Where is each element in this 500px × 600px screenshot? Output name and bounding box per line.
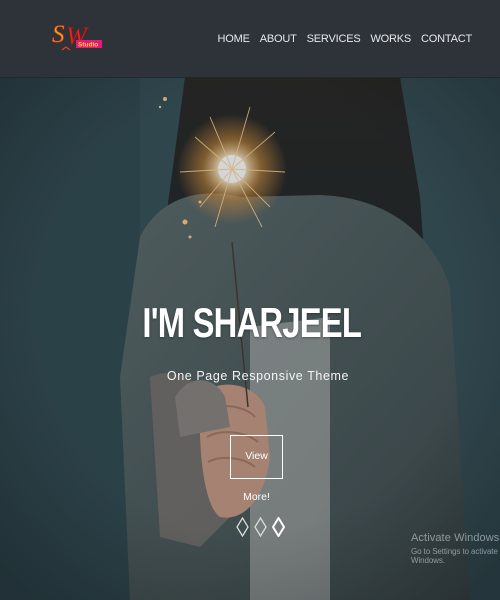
site-logo[interactable]: S W Studio bbox=[50, 14, 104, 58]
nav-home[interactable]: HOME bbox=[218, 33, 250, 45]
nav-about[interactable]: ABOUT bbox=[260, 33, 297, 45]
watermark-title: Activate Windows bbox=[411, 532, 500, 544]
main-nav: HOME ABOUT SERVICES WORKS CONTACT bbox=[218, 33, 473, 45]
watermark-subtitle: Go to Settings to activate Windows. bbox=[411, 547, 498, 565]
hero-section: I'M SHARJEEL One Page Responsive Theme V… bbox=[0, 77, 500, 600]
slide-indicator-3-active[interactable] bbox=[272, 517, 285, 537]
nav-contact[interactable]: CONTACT bbox=[421, 33, 472, 45]
hero-title: I'M SHARJEEL bbox=[142, 299, 362, 346]
slide-indicator-2[interactable] bbox=[254, 517, 267, 537]
slider-indicators bbox=[236, 517, 285, 537]
hero-subtitle: One Page Responsive Theme bbox=[166, 369, 350, 383]
top-navbar: S W Studio HOME ABOUT SERVICES WORKS CON… bbox=[0, 0, 500, 78]
activate-windows-watermark: Activate Windows Go to Settings to activ… bbox=[411, 532, 500, 565]
nav-services[interactable]: SERVICES bbox=[307, 33, 361, 45]
svg-text:Studio: Studio bbox=[78, 42, 98, 49]
view-more-button[interactable]: View More! bbox=[230, 435, 283, 503]
svg-text:S: S bbox=[52, 21, 65, 48]
nav-works[interactable]: WORKS bbox=[370, 33, 411, 45]
slide-indicator-1[interactable] bbox=[236, 517, 249, 537]
